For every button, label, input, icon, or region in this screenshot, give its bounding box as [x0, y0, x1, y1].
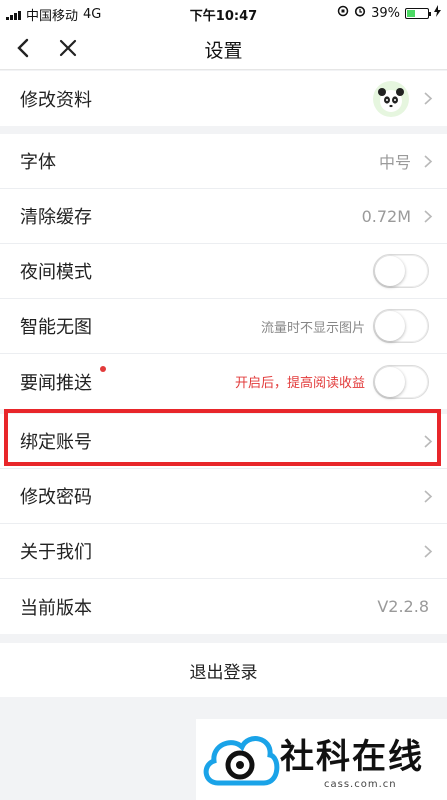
account-section: 绑定账号 修改密码 关于我们 当前版本 V2.2.8	[0, 414, 447, 634]
watermark-brand: 社科在线	[280, 737, 424, 777]
panda-avatar-icon	[378, 88, 404, 112]
chevron-right-icon	[424, 545, 433, 558]
charging-icon	[434, 5, 441, 21]
push-news-row: 要闻推送 开启后，提高阅读收益	[0, 354, 447, 409]
edit-profile-label: 修改资料	[20, 89, 92, 111]
night-mode-row: 夜间模式	[0, 244, 447, 299]
status-right: 39%	[337, 5, 441, 21]
night-mode-toggle[interactable]	[373, 254, 429, 288]
back-button[interactable]	[10, 34, 38, 62]
chevron-right-icon	[424, 210, 433, 223]
close-button[interactable]	[54, 34, 82, 62]
alarm-icon	[354, 5, 366, 21]
edit-profile-row[interactable]: 修改资料	[0, 71, 447, 126]
watermark-domain: cass.com.cn	[324, 779, 397, 790]
version-row: 当前版本 V2.2.8	[0, 579, 447, 634]
clear-cache-label: 清除缓存	[20, 207, 92, 228]
version-value: V2.2.8	[377, 597, 429, 616]
change-password-row[interactable]: 修改密码	[0, 469, 447, 524]
toggle-knob	[375, 366, 405, 397]
font-size-row[interactable]: 字体 中号	[0, 134, 447, 189]
chevron-right-icon	[424, 435, 433, 448]
push-news-toggle[interactable]	[373, 364, 429, 399]
logout-label: 退出登录	[189, 662, 258, 683]
font-size-value: 中号	[378, 153, 411, 172]
toggle-knob	[375, 311, 405, 341]
rotation-lock-icon	[337, 5, 349, 21]
watermark: 社科在线 cass.com.cn	[196, 719, 447, 800]
status-bar: 中国移动 4G 下午10:47 39%	[0, 0, 447, 26]
battery-icon	[405, 7, 431, 19]
avatar	[373, 81, 409, 117]
chevron-left-icon	[17, 38, 29, 58]
chevron-right-icon	[424, 92, 433, 105]
push-news-note: 开启后，提高阅读收益	[234, 376, 365, 391]
bind-account-label: 绑定账号	[20, 432, 92, 453]
about-us-row[interactable]: 关于我们	[0, 524, 447, 579]
profile-section: 修改资料	[0, 71, 447, 126]
about-us-label: 关于我们	[20, 542, 92, 563]
toggle-knob	[375, 256, 405, 286]
cloud-logo-icon	[203, 736, 280, 786]
close-icon	[59, 39, 77, 57]
no-image-toggle[interactable]	[373, 309, 429, 343]
bind-account-row[interactable]: 绑定账号	[0, 414, 447, 469]
logout-button[interactable]: 退出登录	[0, 643, 447, 697]
no-image-row: 智能无图 流量时不显示图片	[0, 299, 447, 354]
push-news-label: 要闻推送	[20, 372, 92, 394]
change-password-label: 修改密码	[20, 487, 92, 508]
cache-size-value: 0.72M	[361, 206, 411, 226]
no-image-label: 智能无图	[20, 317, 92, 338]
no-image-note: 流量时不显示图片	[260, 320, 365, 336]
chevron-right-icon	[424, 490, 433, 503]
settings-section: 字体 中号 清除缓存 0.72M 夜间模式 智能无图 流量时不显示图片 要闻推送…	[0, 134, 447, 409]
battery-fill	[407, 9, 415, 17]
nav-bar: 设置	[0, 26, 447, 70]
font-size-label: 字体	[20, 152, 56, 173]
new-badge-dot	[100, 366, 106, 372]
clear-cache-row[interactable]: 清除缓存 0.72M	[0, 189, 447, 244]
night-mode-label: 夜间模式	[20, 262, 92, 283]
chevron-right-icon	[424, 155, 433, 168]
battery-percent: 39%	[371, 5, 400, 21]
version-label: 当前版本	[20, 597, 92, 619]
